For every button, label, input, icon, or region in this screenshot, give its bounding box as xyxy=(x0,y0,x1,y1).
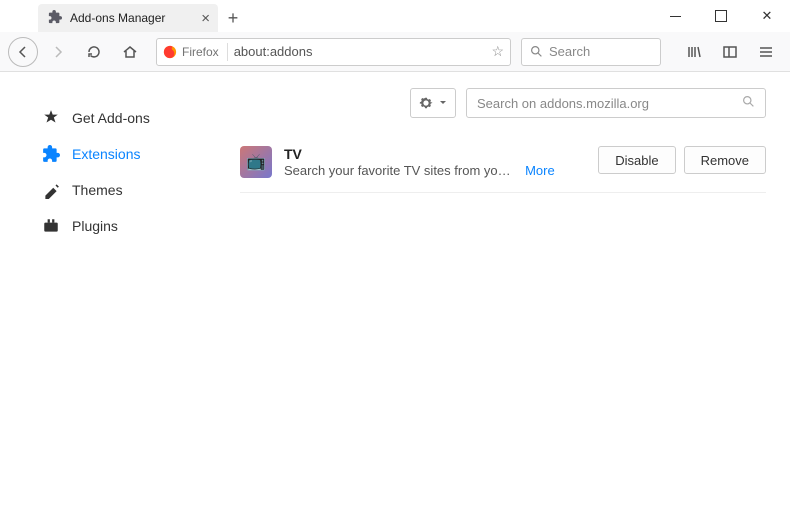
sidebar-label: Plugins xyxy=(72,218,118,234)
extensions-icon xyxy=(42,145,60,163)
sidebar-item-plugins[interactable]: Plugins xyxy=(42,208,240,244)
disable-button[interactable]: Disable xyxy=(598,146,675,174)
maximize-button[interactable] xyxy=(698,0,744,32)
firefox-icon xyxy=(163,45,177,59)
amo-search-placeholder: Search on addons.mozilla.org xyxy=(477,96,649,111)
back-button[interactable] xyxy=(8,37,38,67)
library-button[interactable] xyxy=(678,36,710,68)
extension-description: Search your favorite TV sites from yo… xyxy=(284,163,511,178)
bookmark-star-icon[interactable]: ☆ xyxy=(491,43,504,60)
content: Get Add-ons Extensions Themes Plugins xyxy=(0,72,790,526)
search-placeholder: Search xyxy=(549,44,590,59)
nav-toolbar: Firefox about:addons ☆ Search xyxy=(0,32,790,72)
sidebar-item-themes[interactable]: Themes xyxy=(42,172,240,208)
addons-icon xyxy=(48,10,62,27)
identity-box[interactable]: Firefox xyxy=(163,43,228,61)
tab-close-icon[interactable]: × xyxy=(201,10,210,27)
get-addons-icon xyxy=(42,109,60,127)
minimize-button[interactable] xyxy=(652,0,698,32)
identity-label: Firefox xyxy=(182,45,219,59)
menu-button[interactable] xyxy=(750,36,782,68)
extension-info: TV Search your favorite TV sites from yo… xyxy=(284,146,586,180)
url-bar[interactable]: Firefox about:addons ☆ xyxy=(156,38,511,66)
search-icon xyxy=(742,95,755,111)
sidebar-label: Extensions xyxy=(72,146,140,162)
main-header: Search on addons.mozilla.org xyxy=(240,88,766,118)
search-icon xyxy=(530,45,543,58)
close-window-button[interactable] xyxy=(744,0,790,32)
sidebar-toggle-button[interactable] xyxy=(714,36,746,68)
main-panel: Search on addons.mozilla.org 📺 TV Search… xyxy=(240,72,790,526)
home-button[interactable] xyxy=(114,36,146,68)
search-bar[interactable]: Search xyxy=(521,38,661,66)
reload-button[interactable] xyxy=(78,36,110,68)
url-text: about:addons xyxy=(234,44,486,59)
titlebar: Add-ons Manager × + xyxy=(0,0,790,32)
extension-row[interactable]: 📺 TV Search your favorite TV sites from … xyxy=(240,134,766,193)
window-controls xyxy=(652,0,790,32)
chevron-down-icon xyxy=(439,99,447,107)
gear-icon xyxy=(419,96,433,110)
sidebar-label: Themes xyxy=(72,182,123,198)
extension-actions: Disable Remove xyxy=(598,146,766,174)
sidebar: Get Add-ons Extensions Themes Plugins xyxy=(0,72,240,526)
plugins-icon xyxy=(42,217,60,235)
tools-menu-button[interactable] xyxy=(410,88,456,118)
more-link[interactable]: More xyxy=(525,163,555,178)
extension-name: TV xyxy=(284,146,586,162)
remove-button[interactable]: Remove xyxy=(684,146,766,174)
extension-icon: 📺 xyxy=(240,146,272,178)
themes-icon xyxy=(42,181,60,199)
new-tab-button[interactable]: + xyxy=(218,4,248,32)
sidebar-label: Get Add-ons xyxy=(72,110,150,126)
tab-title: Add-ons Manager xyxy=(70,11,165,25)
forward-button[interactable] xyxy=(42,36,74,68)
amo-search-input[interactable]: Search on addons.mozilla.org xyxy=(466,88,766,118)
sidebar-item-get-addons[interactable]: Get Add-ons xyxy=(42,100,240,136)
browser-tab[interactable]: Add-ons Manager × xyxy=(38,4,218,32)
sidebar-item-extensions[interactable]: Extensions xyxy=(42,136,240,172)
